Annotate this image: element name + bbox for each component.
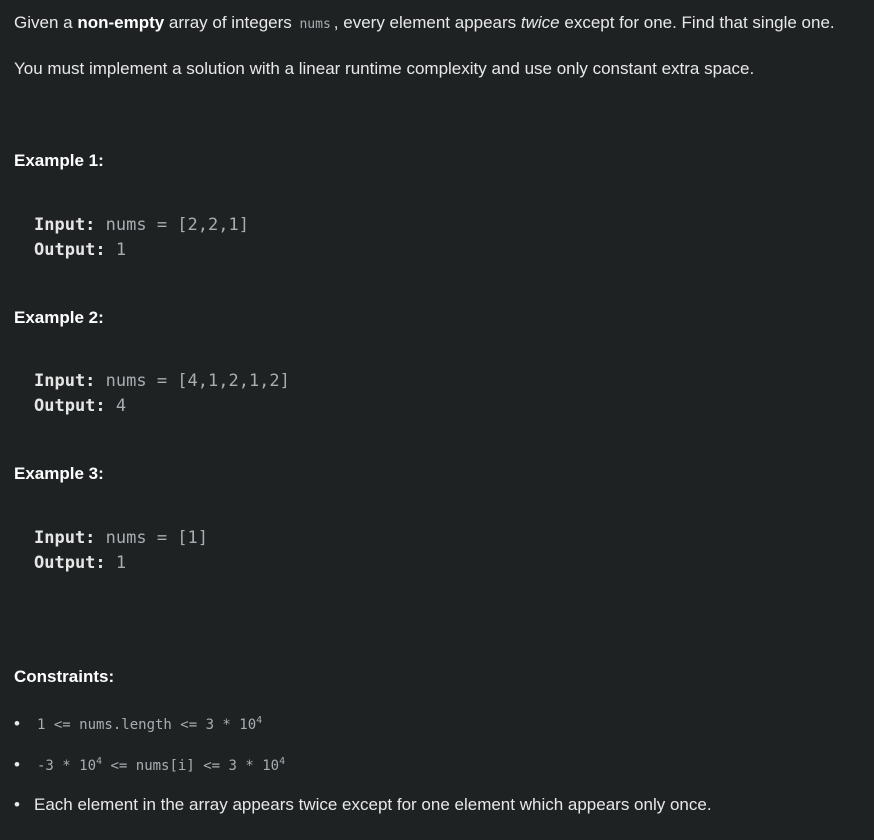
description-bold-text: non-empty [77, 13, 165, 32]
constraint-text: -3 * 10 [37, 758, 97, 774]
bullet-icon: • [14, 795, 20, 814]
input-label: Input: [34, 215, 96, 235]
output-label: Output: [34, 396, 106, 416]
constraint-code: 1 <= nums.length <= 3 * 104 [37, 715, 263, 734]
example-3-output: Output: 1 [34, 553, 126, 573]
constraint-text: <= nums[i] <= 3 * 10 [102, 758, 280, 774]
description-paragraph-1: Given a non-empty array of integers nums… [14, 13, 835, 33]
superscript: 4 [256, 715, 263, 726]
example-1-output: Output: 1 [34, 240, 126, 260]
constraint-code: -3 * 104 <= nums[i] <= 3 * 104 [37, 756, 286, 775]
example-2-output: Output: 4 [34, 396, 126, 416]
output-label: Output: [34, 553, 106, 573]
constraint-text: Each element in the array appears twice … [34, 795, 712, 814]
superscript: 4 [279, 756, 286, 767]
inline-code-nums: nums [299, 17, 331, 32]
input-value: nums = [1] [95, 528, 209, 548]
constraints-title: Constraints: [14, 667, 115, 686]
constraint-item-2: • -3 * 104 <= nums[i] <= 3 * 104 [14, 755, 285, 775]
example-2-title: Example 2: [14, 308, 104, 327]
description-text: array of integers [164, 13, 297, 32]
input-value: nums = [4,1,2,1,2] [95, 371, 290, 391]
output-label: Output: [34, 240, 106, 260]
bullet-icon: • [14, 755, 20, 774]
example-3-title: Example 3: [14, 464, 104, 483]
example-3-input: Input: nums = [1] [34, 528, 208, 548]
constraint-text: 1 <= nums.length <= 3 * 10 [37, 717, 257, 733]
input-label: Input: [34, 528, 96, 548]
description-paragraph-2: You must implement a solution with a lin… [14, 59, 755, 78]
example-1-input: Input: nums = [2,2,1] [34, 215, 249, 235]
description-italic-text: twice [520, 13, 560, 32]
example-2-input: Input: nums = [4,1,2,1,2] [34, 371, 290, 391]
description-text: , every element appears [333, 13, 521, 32]
constraint-item-1: • 1 <= nums.length <= 3 * 104 [14, 714, 262, 734]
output-value: 1 [105, 553, 127, 573]
constraint-item-3: • Each element in the array appears twice… [14, 795, 712, 815]
description-text: except for one. Find that single one. [559, 13, 835, 32]
input-label: Input: [34, 371, 96, 391]
example-1-title: Example 1: [14, 151, 104, 170]
bullet-icon: • [14, 714, 20, 733]
output-value: 1 [105, 240, 127, 260]
input-value: nums = [2,2,1] [95, 215, 249, 235]
description-text: Given a [14, 13, 78, 32]
output-value: 4 [105, 396, 127, 416]
